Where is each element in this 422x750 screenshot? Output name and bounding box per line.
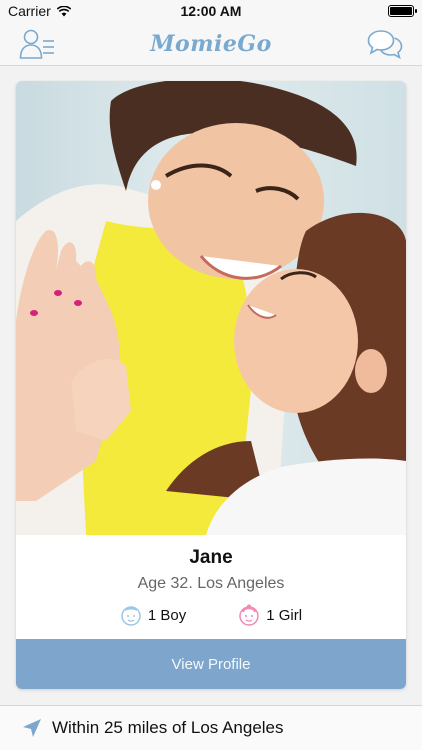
location-arrow-icon	[23, 719, 41, 737]
chat-bubbles-icon	[367, 29, 403, 59]
boy-face-icon	[121, 606, 141, 626]
profile-name: Jane	[189, 547, 233, 568]
battery-icon	[388, 5, 417, 17]
profile-age-location: Age 32. Los Angeles	[137, 575, 285, 592]
battery-fill	[390, 7, 412, 15]
mother-daughter-photo	[16, 81, 406, 535]
location-filter-bar[interactable]: Within 25 miles of Los Angeles	[0, 705, 422, 750]
status-left: Carrier	[8, 3, 71, 19]
nav-bar: MomieGo	[0, 22, 422, 66]
kids-summary: 1 Boy 1 Girl	[16, 603, 406, 627]
profile-menu-icon	[19, 29, 54, 59]
wifi-icon	[56, 5, 71, 16]
profile-info: Jane Age 32. Los Angeles 1 Boy 1 Girl	[16, 535, 406, 639]
girl-face-icon	[239, 604, 259, 626]
profile-photo	[16, 81, 406, 535]
girls-count: 1 Girl	[238, 603, 302, 627]
profile-card[interactable]: Jane Age 32. Los Angeles 1 Boy 1 Girl Vi…	[16, 81, 406, 689]
status-bar: Carrier 12:00 AM	[0, 0, 422, 22]
carrier-label: Carrier	[8, 3, 51, 19]
chat-button[interactable]	[366, 25, 404, 63]
app-logo: MomieGo	[150, 30, 272, 57]
boys-label: 1 Boy	[147, 606, 187, 624]
girls-label: 1 Girl	[266, 606, 303, 624]
boys-count: 1 Boy	[120, 603, 186, 627]
profile-menu-button[interactable]	[18, 25, 56, 63]
location-radius-text: Within 25 miles of Los Angeles	[52, 718, 284, 737]
view-profile-button[interactable]: View Profile	[16, 639, 406, 689]
